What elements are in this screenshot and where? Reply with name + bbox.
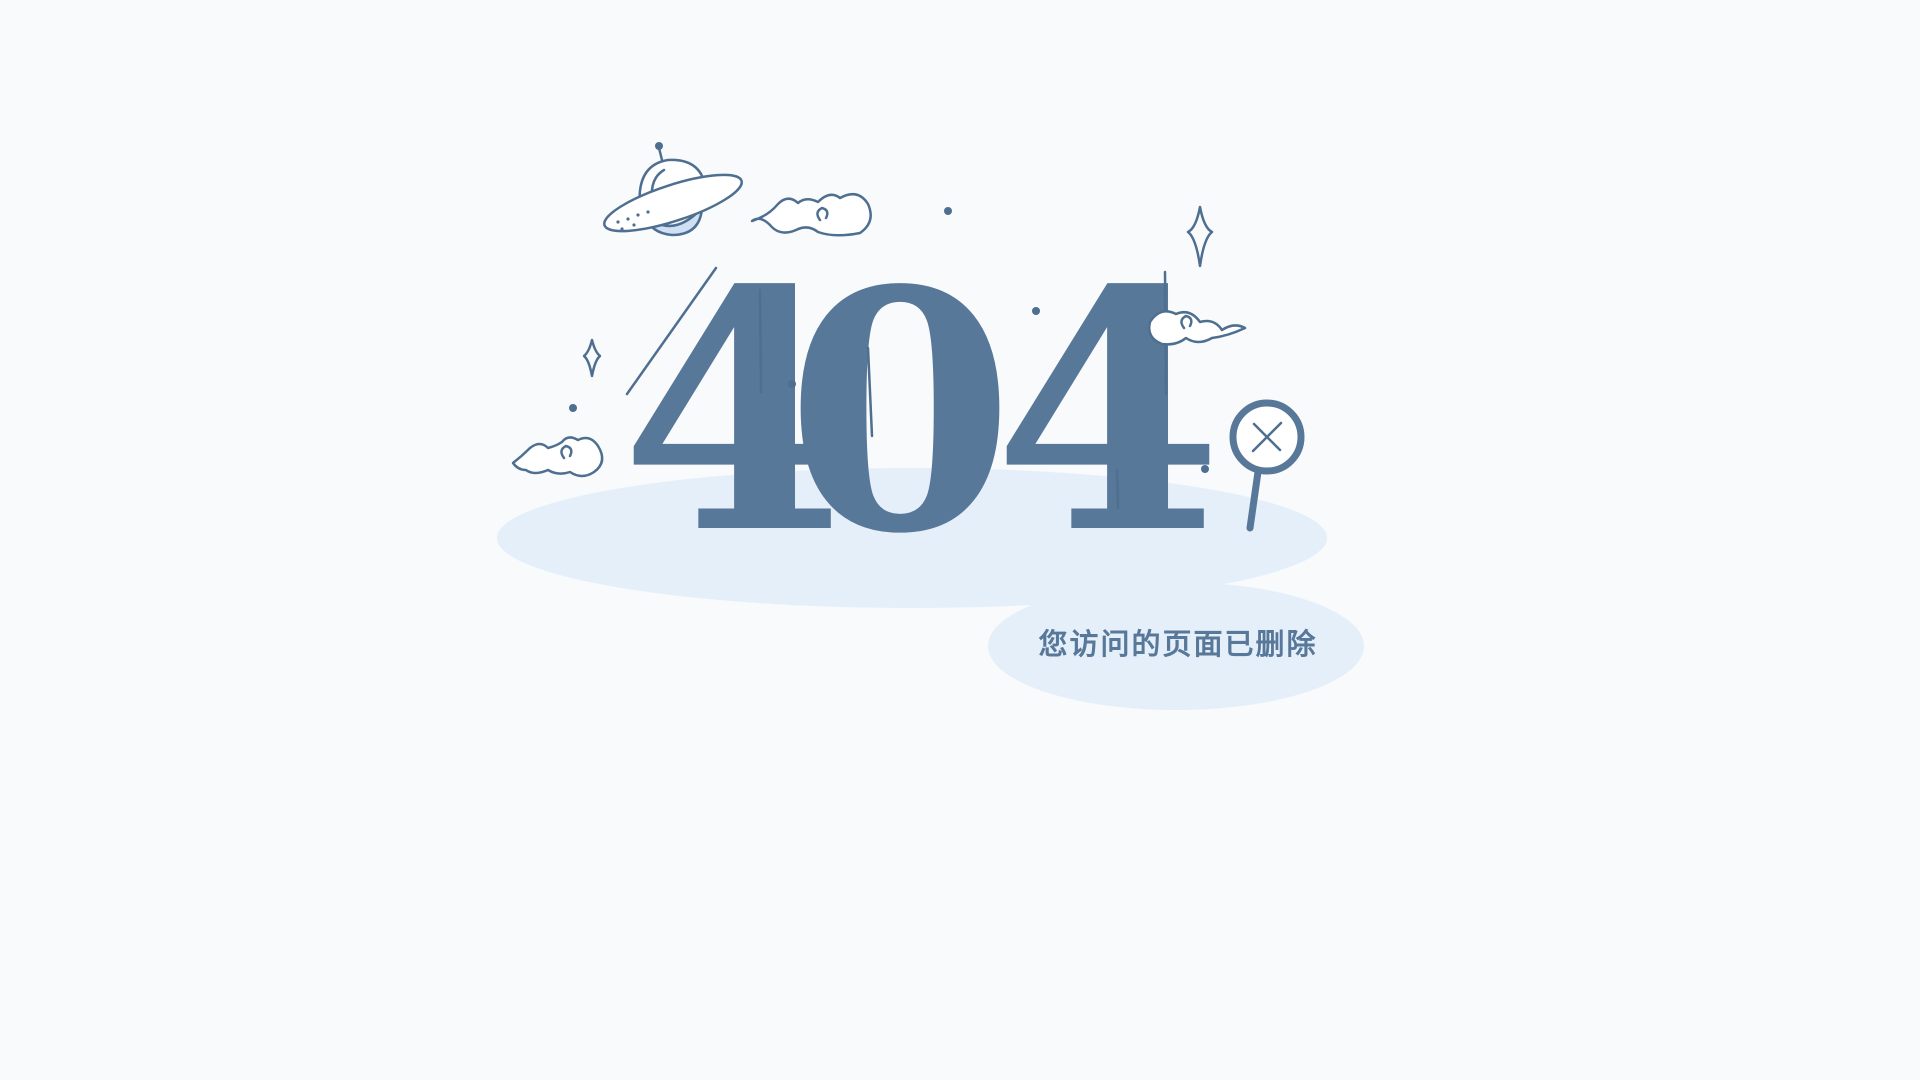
error-digit-third: 4 [993,218,1223,606]
cloud-icon [511,436,604,478]
error-digit-second: 0 [785,218,1015,606]
error-illustration: 4 0 4 您访问的页面已删除 [497,142,1364,710]
error-message: 您访问的页面已删除 [1038,627,1317,661]
sparkle-icon [582,338,602,378]
